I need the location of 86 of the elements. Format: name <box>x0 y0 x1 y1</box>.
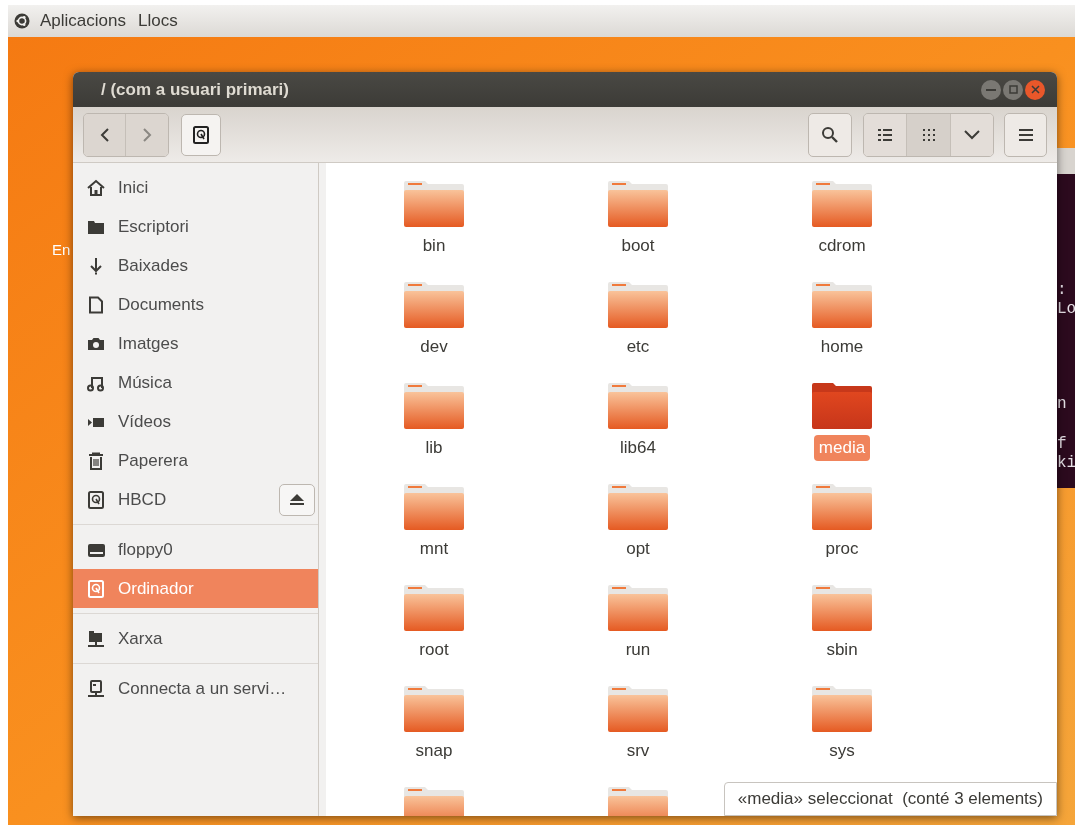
folder-icon <box>403 281 465 329</box>
panel-menu[interactable]: Llocs <box>138 8 178 34</box>
hard-drive-icon <box>87 490 105 509</box>
folder-name[interactable]: run <box>620 637 656 663</box>
document-icon <box>87 295 105 314</box>
close-button[interactable] <box>1025 79 1045 100</box>
chevron-right-icon <box>142 126 152 143</box>
sidebar-item[interactable]: Baixades <box>73 246 318 285</box>
folder-icon <box>607 584 669 632</box>
folder-icon <box>607 180 669 228</box>
location-button[interactable] <box>181 113 221 156</box>
menu-icon <box>1018 128 1033 141</box>
hard-drive-icon <box>193 125 209 144</box>
sidebar-item[interactable]: HBCD <box>73 480 318 519</box>
sidebar-item[interactable]: Xarxa <box>73 619 318 658</box>
folder-name[interactable]: bin <box>417 233 451 259</box>
eject-icon <box>289 493 305 506</box>
server-icon <box>87 679 105 698</box>
folder-name[interactable]: mnt <box>414 536 454 562</box>
folder-icon <box>403 180 465 228</box>
grid-icon <box>922 128 935 141</box>
folder-icon <box>607 281 669 329</box>
search-button[interactable] <box>808 112 852 157</box>
folder-name[interactable]: snap <box>410 738 458 764</box>
folder-name[interactable]: proc <box>820 536 864 562</box>
terminal-text: ki <box>1057 455 1075 474</box>
folder-icon <box>607 382 669 430</box>
search-icon <box>821 125 839 144</box>
status-bar: «media» seleccionat (conté 3 elements) <box>723 782 1057 816</box>
folder-icon <box>607 483 669 531</box>
list-icon <box>878 128 892 141</box>
eject-button[interactable] <box>279 483 315 516</box>
folder-name[interactable]: boot <box>616 233 660 259</box>
sidebar-item[interactable]: Imatges <box>73 324 318 363</box>
minimize-icon <box>986 88 996 91</box>
minimize-button[interactable] <box>981 79 1001 100</box>
chevron-down-icon <box>964 129 980 140</box>
maximize-icon <box>1008 85 1018 94</box>
folder-name[interactable]: sbin <box>821 637 863 663</box>
folder-name[interactable]: etc <box>621 334 655 360</box>
sidebar-item[interactable]: floppy0 <box>73 530 318 569</box>
folder-name[interactable]: home <box>815 334 869 360</box>
folder-name[interactable]: lib <box>420 435 448 461</box>
folder-name[interactable]: opt <box>621 536 655 562</box>
terminal-text: Lo <box>1057 301 1075 320</box>
folder-icon <box>607 685 669 733</box>
sidebar-item[interactable]: Documents <box>73 285 318 324</box>
hard-drive-icon <box>87 579 105 598</box>
folder-icon <box>403 483 465 531</box>
maximize-button[interactable] <box>1003 79 1023 100</box>
sidebar-item[interactable]: Connecta a un servi… <box>73 669 318 708</box>
panel-menu[interactable]: Aplicacions <box>40 8 126 34</box>
view-options-button[interactable] <box>951 113 993 156</box>
folder-name[interactable]: srv <box>621 738 655 764</box>
trash-icon <box>87 451 105 470</box>
terminal-text: n <box>1057 396 1068 415</box>
folder-name[interactable]: lib64 <box>615 435 661 461</box>
network-icon <box>87 629 105 648</box>
chevron-left-icon <box>99 126 110 143</box>
folder-name[interactable]: sys <box>824 738 860 764</box>
list-view-button[interactable] <box>864 113 907 156</box>
folder-icon <box>811 382 873 430</box>
ubuntu-logo-icon[interactable] <box>14 13 30 29</box>
folder-icon <box>811 281 873 329</box>
terminal-text: : <box>1057 282 1068 301</box>
menu-button[interactable] <box>1004 112 1047 157</box>
sidebar-item[interactable]: Escriptori <box>73 207 318 246</box>
folder-icon <box>811 180 873 228</box>
folder-icon <box>403 685 465 733</box>
sidebar-item[interactable]: Vídeos <box>73 402 318 441</box>
sidebar-item[interactable]: Paperera <box>73 441 318 480</box>
folder-icon <box>403 584 465 632</box>
house-icon <box>87 178 105 197</box>
folder-icon <box>811 584 873 632</box>
folder-icon <box>403 382 465 430</box>
window-title: / (com a usuari primari) <box>101 78 290 101</box>
sidebar-item[interactable]: Música <box>73 363 318 402</box>
download-arrow-icon <box>87 256 105 275</box>
folder-name[interactable]: root <box>414 637 454 663</box>
close-icon <box>1030 85 1040 94</box>
terminal-text: f <box>1057 436 1068 455</box>
folder-name[interactable]: cdrom <box>813 233 871 259</box>
folder-name[interactable]: dev <box>415 334 453 360</box>
sidebar-item[interactable]: Inici <box>73 168 318 207</box>
folder-icon <box>811 685 873 733</box>
folder-icon <box>811 483 873 531</box>
